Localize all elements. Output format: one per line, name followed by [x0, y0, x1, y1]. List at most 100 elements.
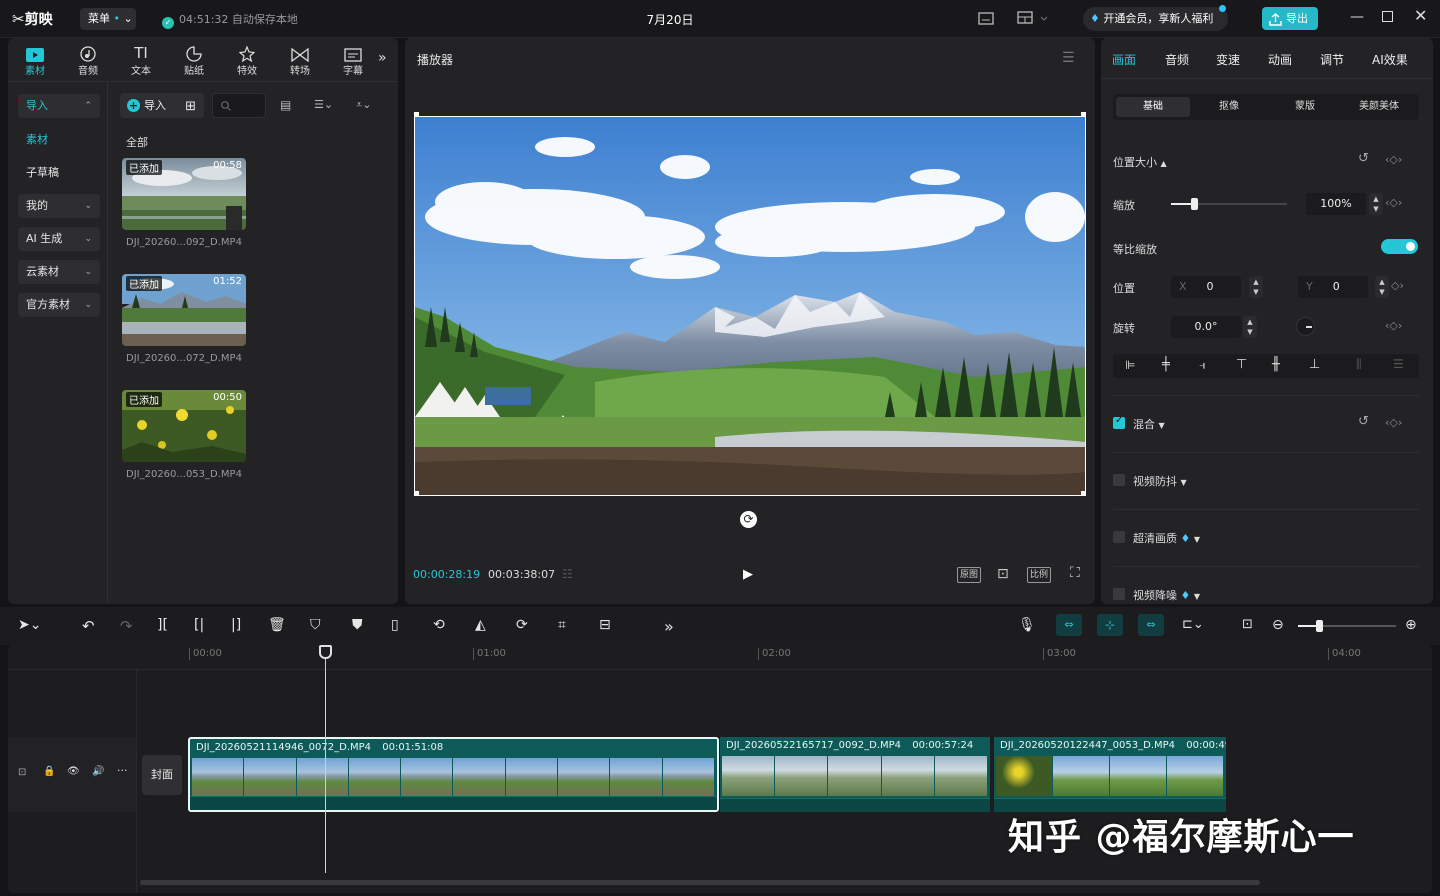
subtab-basic[interactable]: 基础 — [1116, 97, 1190, 117]
align-left-icon[interactable]: ⊫ — [1125, 358, 1135, 372]
split-icon[interactable]: ][ — [157, 617, 168, 633]
sort-icon[interactable]: ☰⌄ — [314, 98, 333, 111]
stabilize-checkbox[interactable] — [1113, 474, 1125, 486]
menu-button[interactable]: 菜单 • ⌄ — [80, 8, 136, 30]
link-icon[interactable]: ⇔ — [1138, 614, 1164, 636]
tab-ai-effects[interactable]: AI效果 — [1372, 51, 1408, 68]
undo-icon[interactable]: ↶ — [82, 617, 95, 635]
more-options-icon[interactable]: ··· — [117, 764, 128, 777]
timeline-clip[interactable]: DJI_20260521114946_0072_D.MP4 00:01:51:0… — [188, 737, 719, 812]
ratio-button[interactable]: 比例 — [1027, 567, 1052, 583]
split-left-icon[interactable]: [| — [194, 617, 204, 633]
playhead-handle[interactable] — [319, 645, 332, 659]
align-top-icon[interactable]: ⊤ — [1236, 357, 1247, 372]
more-tools-icon[interactable]: » — [378, 50, 387, 66]
rotate-handle-icon[interactable]: ⟳ — [740, 511, 757, 528]
select-tool-icon[interactable]: ➤⌄ — [18, 617, 41, 633]
import-button[interactable]: + 导入 ⊞ — [120, 93, 204, 118]
eye-icon[interactable]: 👁 — [67, 766, 80, 777]
export-button[interactable]: 导出 — [1262, 7, 1318, 30]
subtab-mask[interactable]: 蒙版 — [1268, 97, 1342, 117]
timeline-scrollbar[interactable] — [140, 880, 1260, 885]
tab-media[interactable]: 素材 — [10, 42, 60, 80]
tab-animation[interactable]: 动画 — [1268, 51, 1292, 68]
playhead[interactable] — [325, 645, 326, 873]
stabilize-label[interactable]: 视频防抖 ▼ — [1133, 473, 1187, 489]
split-right-icon[interactable]: |] — [231, 617, 241, 633]
sidebar-item-subdraft[interactable]: 子草稿 — [18, 161, 100, 185]
maximize-button[interactable] — [1382, 11, 1393, 22]
position-y-input[interactable]: Y0 — [1298, 276, 1368, 298]
keyframe-icon[interactable]: ‹◇› — [1385, 196, 1402, 209]
minimize-button[interactable]: — — [1350, 9, 1364, 25]
tab-picture[interactable]: 画面 — [1112, 51, 1136, 68]
media-thumbnail[interactable]: 已添加 00:50 — [122, 390, 246, 462]
freeze-icon[interactable]: ▯ — [391, 617, 399, 633]
vip-promo-button[interactable]: ♦ 开通会员，享新人福利 — [1083, 7, 1228, 31]
sidebar-item-official[interactable]: 官方素材 ⌄ — [18, 293, 100, 317]
redo-icon[interactable]: ↷ — [120, 617, 133, 635]
rotate-dial[interactable] — [1296, 317, 1315, 336]
subtab-cutout[interactable]: 抠像 — [1192, 97, 1266, 117]
subtitle-edit-icon[interactable]: ⊟ — [599, 617, 611, 633]
fullscreen-icon[interactable]: ⛶ — [1070, 565, 1080, 581]
timeline-clip[interactable]: DJI_20260522165717_0092_D.MP4 00:00:57:2… — [720, 737, 990, 812]
tab-effects[interactable]: 特效 — [222, 42, 272, 80]
media-thumbnail[interactable]: 已添加 01:52 — [122, 274, 246, 346]
tab-subtitle[interactable]: 字幕 — [328, 42, 378, 80]
tab-audio[interactable]: 音频 — [63, 42, 113, 80]
project-title[interactable]: 7月20日 — [620, 11, 720, 28]
sidebar-item-media[interactable]: 素材 — [18, 128, 100, 152]
scale-slider[interactable] — [1171, 198, 1287, 210]
hd-checkbox[interactable] — [1113, 531, 1125, 543]
link-main-track-icon[interactable]: ⇔ — [1056, 614, 1082, 636]
play-button[interactable]: ▶ — [743, 567, 753, 582]
keyframe-icon[interactable]: ‹◇› — [1385, 153, 1402, 166]
scale-stepper[interactable]: ▲ ▼ — [1369, 193, 1383, 215]
filter-icon[interactable]: ⩡⌄ — [356, 98, 371, 112]
lock-icon[interactable]: 🔒 — [43, 766, 55, 777]
zoom-slider[interactable] — [1298, 620, 1396, 632]
zoom-out-icon[interactable]: ⊖ — [1272, 617, 1284, 633]
crop-handle[interactable] — [1081, 112, 1086, 117]
preview-axis-icon[interactable]: ⊏⌄ — [1182, 617, 1204, 632]
media-item[interactable]: 已添加 00:58 DJI_20260...092_D.MP4 — [122, 158, 246, 248]
close-button[interactable]: ✕ — [1414, 6, 1427, 25]
sidebar-item-ai[interactable]: AI 生成 ⌄ — [18, 227, 100, 251]
mark-icon[interactable]: ⛉ — [310, 617, 321, 633]
magnet-snap-icon[interactable]: ⊹ — [1097, 614, 1123, 636]
cover-button[interactable]: 封面 — [142, 755, 182, 795]
rotate-icon[interactable]: ⟳ — [516, 617, 528, 633]
reset-icon[interactable]: ↺ — [1358, 414, 1369, 429]
align-hcenter-icon[interactable]: ╪ — [1162, 357, 1170, 372]
layout-switch-icon[interactable] — [1017, 11, 1049, 25]
zoom-fit-icon[interactable]: ⊡ — [1242, 617, 1253, 632]
timeline-grid-icon[interactable]: ☷ — [562, 567, 573, 581]
sidebar-item-cloud[interactable]: 云素材 ⌄ — [18, 260, 100, 284]
section-position-size[interactable]: 位置大小 ▲ — [1113, 154, 1167, 170]
tab-transition[interactable]: 转场 — [275, 42, 325, 80]
timeline-clip[interactable]: DJI_20260520122447_0053_D.MP4 00:00:49:0 — [994, 737, 1226, 812]
search-input[interactable] — [212, 93, 266, 118]
shield-icon[interactable]: ⛊ — [352, 617, 363, 633]
media-thumbnail[interactable]: 已添加 00:58 — [122, 158, 246, 230]
crop-handle[interactable] — [414, 112, 419, 117]
view-toggle-icon[interactable]: ▤ — [280, 98, 291, 112]
video-preview[interactable] — [414, 116, 1086, 496]
denoise-checkbox[interactable] — [1113, 588, 1125, 600]
align-bottom-icon[interactable]: ⊥ — [1309, 357, 1320, 372]
denoise-label[interactable]: 视频降噪 ♦ ▼ — [1133, 587, 1200, 603]
track-hide-icon[interactable]: ⊡ — [18, 767, 26, 778]
layout-icon[interactable] — [978, 12, 994, 25]
volume-icon[interactable]: 🔊 — [92, 766, 104, 777]
hd-label[interactable]: 超清画质 ♦ ▼ — [1133, 530, 1200, 546]
subtab-beauty[interactable]: 美颜美体 — [1342, 97, 1416, 117]
crop-handle[interactable] — [1081, 491, 1086, 496]
keyframe-icon[interactable]: ‹◇› — [1385, 416, 1402, 429]
scale-input[interactable]: 100% — [1306, 193, 1366, 215]
screenshot-icon[interactable]: ⊡ — [997, 566, 1009, 582]
original-button[interactable]: 原图 — [957, 567, 982, 583]
tab-audio-props[interactable]: 音频 — [1165, 51, 1189, 68]
rotate-input[interactable]: 0.0° — [1171, 316, 1241, 338]
position-x-input[interactable]: X0 — [1171, 276, 1241, 298]
